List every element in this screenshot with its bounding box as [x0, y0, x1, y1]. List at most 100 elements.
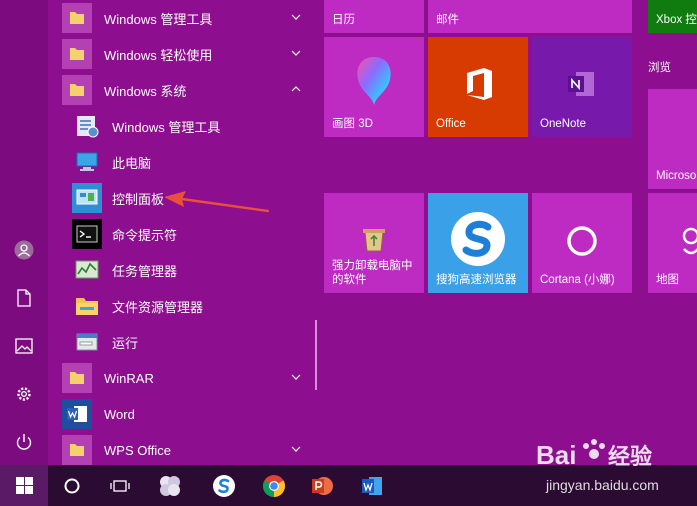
app-folder-wps-office[interactable]: WPS Office — [62, 432, 312, 468]
task-view-button[interactable] — [96, 465, 144, 506]
paint-3d-icon — [357, 57, 391, 105]
this-pc-icon — [72, 147, 102, 177]
recycle-bin-icon — [363, 229, 385, 252]
tile-cortana[interactable]: Cortana (小娜) — [532, 193, 632, 293]
app-label: 文件资源管理器 — [112, 299, 204, 315]
account-button[interactable] — [0, 228, 48, 272]
tile-label: Cortana (小娜) — [540, 274, 615, 286]
settings-button[interactable] — [0, 372, 48, 416]
tile-maps[interactable]: 地图 — [648, 193, 697, 293]
powerpoint-icon — [312, 476, 333, 495]
baidu-jingyan-watermark: Bai 经验 jingyan.baidu.com — [536, 439, 659, 493]
app-label: Word — [104, 406, 135, 422]
word-icon — [62, 399, 92, 429]
app-label: 任务管理器 — [112, 263, 178, 279]
app-label: 命令提示符 — [112, 227, 178, 243]
sogou-browser-icon — [213, 474, 235, 497]
onenote-icon — [568, 72, 594, 96]
chevron-down-icon[interactable] — [290, 47, 302, 59]
tile-group-browse: 浏览 — [648, 37, 697, 85]
tile-label: 画图 3D — [332, 118, 373, 130]
chrome-icon — [263, 474, 285, 497]
taskbar-app-chrome[interactable] — [250, 465, 298, 506]
app-item-windows-admin-tools[interactable]: Windows 管理工具 — [62, 108, 312, 144]
tile-onenote[interactable]: OneNote — [532, 37, 632, 137]
app-label: Windows 管理工具 — [112, 119, 221, 135]
sogou-icon — [451, 212, 505, 266]
file-explorer-icon — [72, 291, 102, 321]
folder-icon — [62, 3, 92, 33]
control-panel-icon — [72, 183, 102, 213]
chevron-down-icon[interactable] — [290, 443, 302, 455]
tile-label: OneNote — [540, 118, 587, 130]
app-item-word[interactable]: Word — [62, 396, 312, 432]
tile-label: 邮件 — [436, 14, 459, 26]
pictures-button[interactable] — [0, 324, 48, 368]
app-folder-windows-ease-of-access[interactable]: Windows 轻松使用 — [62, 36, 312, 72]
tile-paint-3d[interactable]: 画图 3D — [324, 37, 424, 137]
taskbar-app-word[interactable] — [348, 465, 396, 506]
app-label: 控制面板 — [112, 191, 165, 207]
folder-icon — [62, 363, 92, 393]
tile-sogou-browser[interactable]: 搜狗高速浏览器 — [428, 193, 528, 293]
task-view-icon — [110, 479, 130, 492]
app-item-command-prompt[interactable]: 命令提示符 — [62, 216, 312, 252]
cortana-icon — [567, 226, 597, 256]
tile-label: Microso — [656, 170, 697, 182]
chevron-up-icon[interactable] — [290, 83, 302, 95]
power-button[interactable] — [0, 420, 48, 464]
folder-icon — [62, 39, 92, 69]
tile-label: 地图 — [656, 274, 679, 286]
start-rail — [0, 0, 48, 465]
app-item-this-pc[interactable]: 此电脑 — [62, 144, 312, 180]
windows-logo-icon — [15, 477, 33, 494]
svg-text:Bai: Bai — [536, 440, 576, 470]
folder-icon — [62, 75, 92, 105]
run-icon — [72, 327, 102, 357]
tile-label: Office — [436, 118, 466, 130]
command-prompt-icon — [72, 219, 102, 249]
task-manager-icon — [72, 255, 102, 285]
taskbar-app-powerpoint[interactable] — [298, 465, 346, 506]
start-button[interactable] — [0, 465, 48, 506]
group-label: 浏览 — [648, 62, 671, 74]
svg-text:jingyan.baidu.com: jingyan.baidu.com — [545, 477, 659, 493]
tile-mail[interactable]: 邮件 — [428, 0, 632, 33]
tile-label: 强力卸载电脑中 的软件 — [332, 260, 413, 286]
svg-text:经验: 经验 — [608, 444, 652, 470]
app-list: Windows 管理工具 Windows 轻松使用 Windows 系统 Win… — [62, 0, 312, 465]
tile-uninstaller[interactable]: 强力卸载电脑中 的软件 — [324, 193, 424, 293]
start-menu: Windows 管理工具 Windows 轻松使用 Windows 系统 Win… — [0, 0, 697, 465]
documents-button[interactable] — [0, 276, 48, 320]
app-label: WPS Office — [104, 442, 171, 458]
folder-icon — [62, 435, 92, 465]
app-item-run[interactable]: 运行 — [62, 324, 312, 360]
power-icon — [16, 434, 32, 450]
app-list-scrollbar[interactable] — [315, 320, 317, 390]
word-taskbar-icon — [362, 476, 382, 495]
user-icon — [14, 240, 34, 260]
app-label: Windows 管理工具 — [104, 11, 213, 27]
tile-label: 日历 — [332, 14, 355, 26]
chevron-down-icon[interactable] — [290, 371, 302, 383]
tile-xbox[interactable]: Xbox 控 — [648, 0, 697, 33]
taskbar-app-sogou[interactable] — [200, 465, 248, 506]
pinwheel-app-icon — [160, 475, 180, 496]
document-icon — [17, 289, 31, 307]
tile-label: 搜狗高速浏览器 — [436, 274, 517, 286]
tile-microsoft-edge[interactable]: Microso — [648, 89, 697, 189]
app-folder-winrar[interactable]: WinRAR — [62, 360, 312, 396]
gear-icon — [17, 387, 31, 401]
chevron-down-icon[interactable] — [290, 11, 302, 23]
app-label: 此电脑 — [112, 155, 152, 171]
app-folder-windows-admin-tools[interactable]: Windows 管理工具 — [62, 0, 312, 36]
maps-icon — [682, 227, 697, 255]
app-folder-windows-system[interactable]: Windows 系统 — [62, 72, 312, 108]
taskbar-app-pinwheel[interactable] — [146, 465, 194, 506]
app-item-file-explorer[interactable]: 文件资源管理器 — [62, 288, 312, 324]
tile-office[interactable]: Office — [428, 37, 528, 137]
tile-calendar[interactable]: 日历 — [324, 0, 424, 33]
app-item-task-manager[interactable]: 任务管理器 — [62, 252, 312, 288]
cortana-search-button[interactable] — [48, 465, 96, 506]
cortana-circle-icon — [64, 478, 80, 493]
